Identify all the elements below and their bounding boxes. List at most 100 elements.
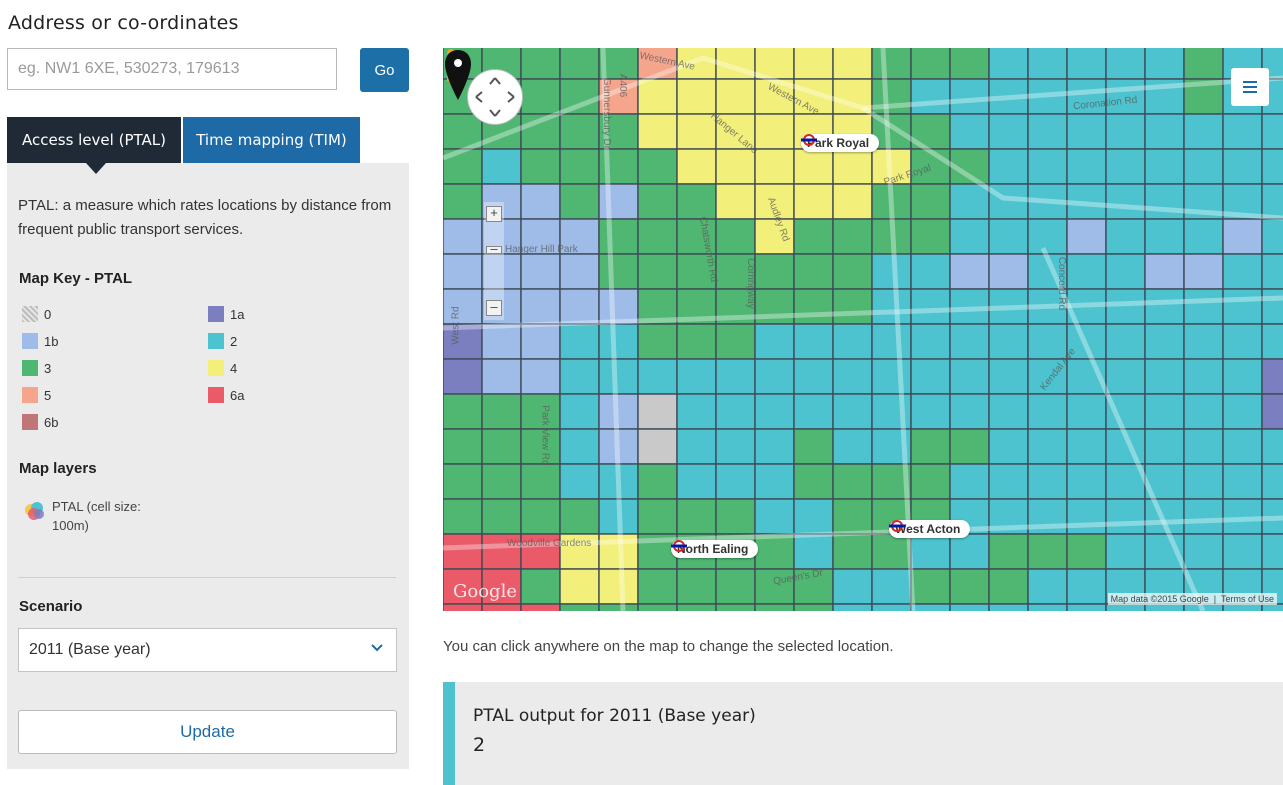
ptal-cell <box>1261 113 1283 150</box>
ptal-cell <box>1183 288 1224 325</box>
address-heading: Address or co-ordinates <box>8 12 239 34</box>
ptal-cell <box>481 603 522 611</box>
zoom-in-button[interactable]: + <box>486 206 502 222</box>
ptal-cell <box>988 323 1029 360</box>
ptal-cell <box>832 568 873 605</box>
ptal-cell <box>1222 253 1263 290</box>
update-button[interactable]: Update <box>18 710 397 754</box>
swatch <box>208 360 224 376</box>
ptal-cell <box>520 288 561 325</box>
ptal-cell <box>1027 113 1068 150</box>
ptal-cell <box>910 463 951 500</box>
ptal-cell <box>1222 393 1263 430</box>
ptal-output-panel: PTAL output for 2011 (Base year) 2 <box>443 682 1283 785</box>
ptal-cell <box>910 533 951 570</box>
ptal-cell <box>637 463 678 500</box>
ptal-cell <box>988 393 1029 430</box>
ptal-cell <box>481 428 522 465</box>
key-label: 4 <box>230 360 238 376</box>
ptal-cell <box>715 183 756 220</box>
ptal-cell <box>520 463 561 500</box>
location-marker-icon <box>445 50 471 100</box>
station-west-acton[interactable]: West Acton <box>889 520 971 538</box>
pan-control[interactable] <box>468 70 522 124</box>
address-input[interactable] <box>7 48 337 90</box>
ptal-cell <box>1183 428 1224 465</box>
ptal-cell <box>988 463 1029 500</box>
ptal-cell <box>832 603 873 611</box>
station-north-ealing[interactable]: North Ealing <box>671 540 759 558</box>
ptal-cell <box>871 603 912 611</box>
ptal-cell <box>793 463 834 500</box>
layer-ptal[interactable]: PTAL (cell size: 100m) <box>22 497 162 535</box>
ptal-cell <box>520 48 561 80</box>
ptal-cell <box>793 148 834 185</box>
station-label: North Ealing <box>677 542 749 556</box>
ptal-cell <box>1105 113 1146 150</box>
ptal-cell <box>559 253 600 290</box>
ptal-cell <box>793 533 834 570</box>
ptal-cell <box>949 393 990 430</box>
ptal-cell <box>1222 218 1263 255</box>
tab-time-mapping[interactable]: Time mapping (TIM) <box>183 117 360 163</box>
ptal-cell <box>443 393 483 430</box>
ptal-cell <box>832 253 873 290</box>
ptal-cell <box>1222 288 1263 325</box>
zoom-handle[interactable]: – <box>486 242 502 255</box>
ptal-cell <box>988 218 1029 255</box>
ptal-grid <box>443 48 1283 611</box>
ptal-layer-icon <box>25 502 44 520</box>
ptal-cell <box>1105 253 1146 290</box>
ptal-cell <box>832 148 873 185</box>
key-label: 6b <box>44 414 59 430</box>
ptal-cell <box>988 48 1029 80</box>
ptal-cell <box>1066 463 1107 500</box>
scenario-select[interactable]: 2011 (Base year) <box>18 628 397 672</box>
ptal-cell <box>1261 603 1283 611</box>
street-label: Concord Rd <box>1056 256 1068 311</box>
ptal-cell <box>1105 148 1146 185</box>
street-label: Gunnersbury Dr <box>601 77 613 150</box>
street-label: A406 <box>617 73 629 98</box>
zoom-slider[interactable]: + – – <box>484 202 504 320</box>
ptal-cell <box>1066 253 1107 290</box>
ptal-cell <box>949 358 990 395</box>
ptal-cell <box>910 323 951 360</box>
ptal-cell <box>832 393 873 430</box>
ptal-cell <box>637 78 678 115</box>
ptal-cell <box>988 603 1029 611</box>
ptal-cell <box>1066 113 1107 150</box>
tab-access-level[interactable]: Access level (PTAL) <box>7 117 181 163</box>
ptal-map[interactable]: + – – Western Ave Western Ave Park Royal… <box>443 48 1283 611</box>
ptal-cell <box>988 358 1029 395</box>
ptal-cell <box>715 393 756 430</box>
ptal-cell <box>832 48 873 80</box>
ptal-cell <box>1027 603 1068 611</box>
terms-of-use-link[interactable]: Terms of Use <box>1221 594 1274 604</box>
ptal-cell <box>1144 428 1185 465</box>
ptal-cell <box>1105 323 1146 360</box>
go-button[interactable]: Go <box>360 48 409 92</box>
map-menu-button[interactable] <box>1231 68 1269 106</box>
ptal-cell <box>481 498 522 535</box>
ptal-cell <box>559 603 600 611</box>
active-tab-pointer <box>86 163 106 174</box>
ptal-cell <box>949 218 990 255</box>
ptal-cell <box>949 428 990 465</box>
ptal-cell <box>1183 218 1224 255</box>
ptal-cell <box>754 463 795 500</box>
ptal-cell <box>559 568 600 605</box>
ptal-cell <box>598 253 639 290</box>
ptal-cell <box>871 533 912 570</box>
ptal-cell <box>1144 218 1185 255</box>
zoom-out-button[interactable]: – <box>486 300 502 316</box>
ptal-cell <box>832 533 873 570</box>
ptal-cell <box>715 358 756 395</box>
ptal-cell <box>1261 218 1283 255</box>
ptal-cell <box>949 113 990 150</box>
station-park-royal[interactable]: Park Royal <box>801 134 880 152</box>
ptal-cell <box>754 253 795 290</box>
ptal-cell <box>1066 393 1107 430</box>
swatch <box>208 387 224 403</box>
ptal-cell <box>949 568 990 605</box>
